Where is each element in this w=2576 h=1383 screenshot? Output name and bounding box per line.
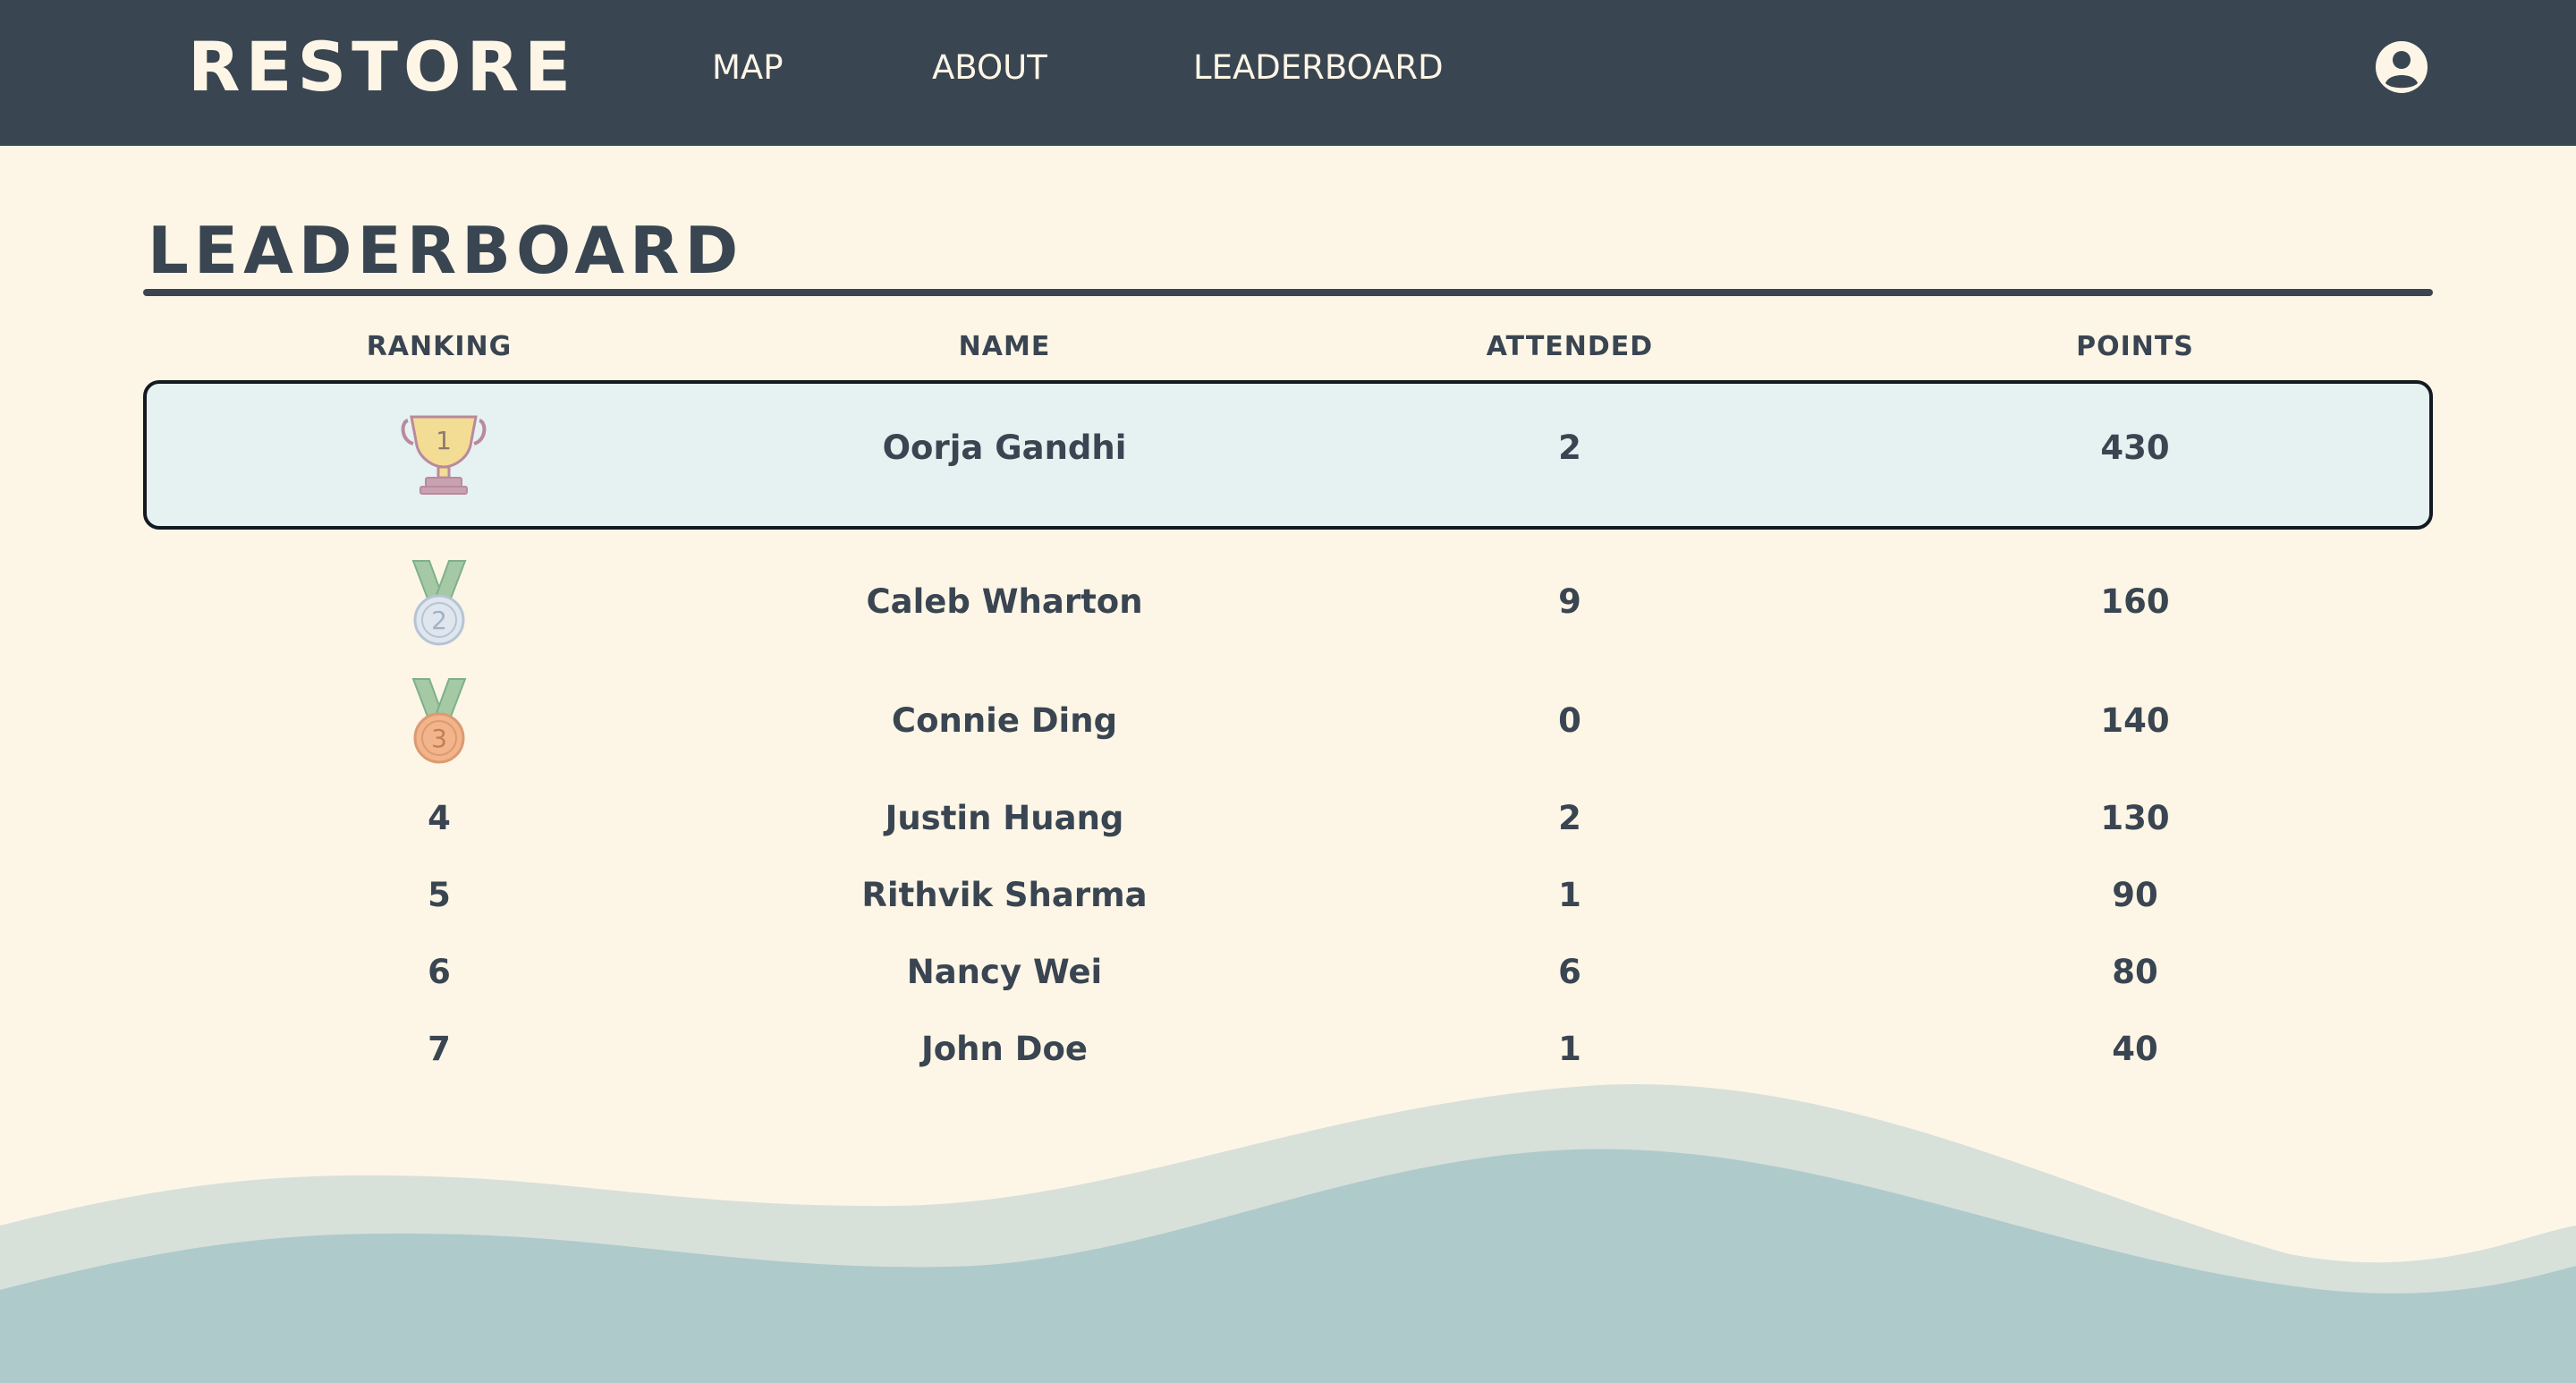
row-2-points: 160 — [2100, 582, 2170, 621]
row-4-rank: 4 — [428, 799, 451, 837]
brand-logo[interactable]: RESTORE — [188, 27, 576, 107]
decorative-waves — [0, 1084, 2576, 1383]
row-6-name: Nancy Wei — [906, 953, 1103, 991]
nav-link-about[interactable]: ABOUT — [932, 47, 1047, 89]
row-1-attended: 2 — [1558, 428, 1581, 467]
row-3-attended: 0 — [1558, 701, 1581, 740]
title-divider — [143, 289, 2433, 296]
silver-medal-icon: 2 — [411, 560, 467, 646]
column-header-ranking: RANKING — [366, 331, 513, 362]
row-5-attended: 1 — [1558, 876, 1581, 914]
medal-rank-number: 2 — [431, 606, 447, 635]
row-2-attended: 9 — [1558, 582, 1581, 621]
top-navbar: RESTORE MAP ABOUT LEADERBOARD — [0, 0, 2576, 146]
row-4-points: 130 — [2100, 799, 2170, 837]
row-4-attended: 2 — [1558, 799, 1581, 837]
column-header-attended: ATTENDED — [1486, 331, 1654, 362]
row-5-name: Rithvik Sharma — [861, 876, 1148, 914]
nav-link-leaderboard[interactable]: LEADERBOARD — [1193, 47, 1444, 89]
row-6-points: 80 — [2112, 953, 2158, 991]
nav-link-map[interactable]: MAP — [712, 47, 784, 89]
page-title: LEADERBOARD — [148, 213, 744, 288]
column-header-points: POINTS — [2076, 331, 2194, 362]
row-1-points: 430 — [2100, 428, 2170, 467]
medal-rank-number: 3 — [431, 724, 447, 753]
column-header-name: NAME — [958, 331, 1051, 362]
row-5-rank: 5 — [428, 876, 451, 914]
row-1-name: Oorja Gandhi — [882, 428, 1127, 467]
row-4-name: Justin Huang — [885, 799, 1124, 837]
trophy-icon: 1 — [401, 415, 487, 495]
row-3-name: Connie Ding — [891, 701, 1118, 740]
row-3-points: 140 — [2100, 701, 2170, 740]
account-circle-icon[interactable] — [2375, 40, 2428, 94]
trophy-rank-number: 1 — [436, 426, 452, 455]
row-6-rank: 6 — [428, 953, 451, 991]
row-5-points: 90 — [2112, 876, 2158, 914]
row-2-name: Caleb Wharton — [866, 582, 1143, 621]
row-6-attended: 6 — [1558, 953, 1581, 991]
bronze-medal-icon: 3 — [411, 678, 467, 764]
